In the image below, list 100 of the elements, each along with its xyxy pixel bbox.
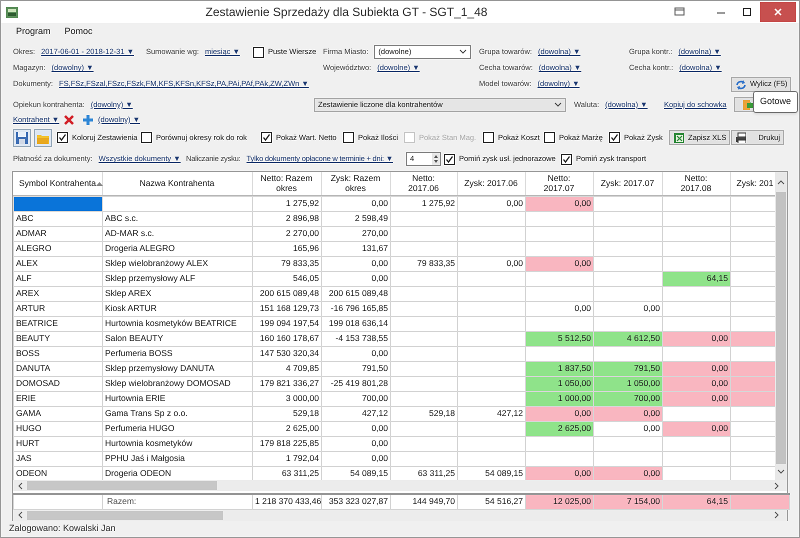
status-text: Zalogowano: Kowalski Jan: [9, 522, 116, 536]
table-cell: ABC: [14, 211, 102, 226]
column-header[interactable]: Netto: 2017.08: [662, 172, 730, 195]
table-cell: 0,00: [662, 421, 730, 436]
table-cell: 0,00: [662, 376, 730, 391]
table-cell: 147 530 320,34: [252, 346, 322, 361]
table-cell: 79 833,35: [390, 256, 458, 271]
checkbox[interactable]: [253, 46, 264, 58]
table-cell: 0,00: [322, 256, 390, 271]
scrollbar-thumb[interactable]: [27, 481, 217, 490]
table-cell: Hurtownia kosmetyków: [102, 436, 252, 451]
table-cell: 64,15: [662, 271, 730, 286]
table-cell: 1 050,00: [526, 376, 594, 391]
table-cell: Sklep przemysłowy DANUTA: [102, 361, 252, 376]
table-cell: Gama Trans Sp z o.o.: [102, 406, 252, 421]
table-cell: Sklep przemysłowy ALF: [102, 271, 252, 286]
checkbox[interactable]: [483, 132, 494, 143]
table-cell: 200 615 089,48: [252, 286, 322, 301]
table-cell: 199 094 197,54: [252, 316, 322, 331]
table-cell: -4 153 738,55: [322, 331, 390, 346]
column-header[interactable]: Netto: Razem okres: [252, 172, 321, 195]
table-cell: 0,00: [594, 406, 662, 421]
checkbox[interactable]: [444, 154, 455, 164]
table-cell: 54 516,27: [458, 494, 526, 509]
export-icon: [742, 99, 753, 110]
table-cell: 160 160 178,67: [252, 331, 322, 346]
table-cell: 3 000,00: [252, 391, 322, 406]
table-cell: 7 154,00: [594, 494, 662, 509]
check-icon: [610, 133, 619, 142]
table-cell: 0,00: [526, 301, 594, 316]
table-cell: 791,50: [594, 361, 662, 376]
column-header[interactable]: Symbol Kontrahenta: [13, 172, 102, 195]
table-cell: 0,00: [526, 196, 594, 211]
scroll-left-icon: [16, 482, 24, 490]
scroll-left-icon: [16, 511, 24, 519]
table-cell: 700,00: [322, 391, 390, 406]
menu-item[interactable]: Pomoc: [64, 25, 93, 39]
column-header[interactable]: Nazwa Kontrahenta: [102, 172, 252, 195]
scrollbar-thumb[interactable]: [776, 192, 786, 464]
scroll-up-icon: [777, 178, 786, 186]
table-cell: 1 218 370 433,46: [252, 494, 322, 509]
app-icon: [5, 5, 19, 19]
table-cell: -16 796 165,85: [322, 301, 390, 316]
table-cell: 529,18: [390, 406, 458, 421]
checkbox[interactable]: [561, 154, 572, 164]
table-cell: PPHU Jaś i Małgosia: [102, 451, 252, 466]
scrollbar-thumb[interactable]: [27, 510, 223, 520]
table-cell: 2 625,00: [252, 421, 322, 436]
table-cell: Sklep wielobranżowy ALEX: [102, 256, 252, 271]
column-header[interactable]: Zysk: Razem okres: [321, 172, 390, 195]
table-cell: 0,00: [322, 421, 390, 436]
table-cell: 700,00: [594, 391, 662, 406]
table-cell: HURT: [14, 436, 102, 451]
checkbox[interactable]: [261, 132, 272, 143]
vertical-scrollbar[interactable]: [775, 172, 787, 480]
column-header[interactable]: Zysk: 2017.07: [593, 172, 662, 195]
icon-button[interactable]: [80, 112, 94, 126]
table-cell: 199 018 636,14: [322, 316, 390, 331]
table-cell: 2 270,00: [252, 226, 322, 241]
checkbox[interactable]: [544, 132, 555, 143]
table-cell: Hurtownia kosmetyków BEATRICE: [102, 316, 252, 331]
table-cell: 2 625,00: [526, 421, 594, 436]
table-cell: DOMOSAD: [14, 376, 102, 391]
close-button[interactable]: [760, 2, 796, 22]
checkbox[interactable]: [609, 132, 620, 143]
table-cell: Sklep wielobranżowy DOMOSAD: [102, 376, 252, 391]
table-cell: BEATRICE: [14, 316, 102, 331]
table-cell: 427,12: [458, 406, 526, 421]
checkbox[interactable]: [343, 132, 354, 143]
table-cell: ADMAR: [14, 226, 102, 241]
horizontal-scrollbar[interactable]: [13, 510, 787, 520]
selected-cell[interactable]: [14, 196, 102, 211]
table-cell: Perfumeria BOSS: [102, 346, 252, 361]
save-icon: [15, 130, 29, 144]
column-header[interactable]: Netto: 2017.06: [390, 172, 457, 195]
table-cell: 0,00: [458, 256, 526, 271]
table-cell: 0,00: [594, 301, 662, 316]
table-cell: ALF: [14, 271, 102, 286]
table-cell: ARTUR: [14, 301, 102, 316]
table-cell: 0,00: [322, 436, 390, 451]
column-header[interactable]: Netto: 2017.07: [525, 172, 593, 195]
check-icon: [58, 133, 67, 142]
table-cell: 4 709,85: [252, 361, 322, 376]
chevron-down-icon: [554, 102, 562, 108]
icon-button[interactable]: [61, 112, 75, 126]
table-cell: Salon BEAUTY: [102, 331, 252, 346]
table-cell: Hurtownia ERIE: [102, 391, 252, 406]
scroll-down-icon: [777, 468, 786, 476]
table-cell: 12 025,00: [526, 494, 594, 509]
checkbox[interactable]: [141, 132, 152, 143]
horizontal-scrollbar[interactable]: [13, 480, 787, 491]
close-icon: [773, 7, 783, 17]
table-cell: ALEX: [14, 256, 102, 271]
icon-button[interactable]: [13, 128, 31, 146]
column-header[interactable]: Zysk: 2017.06: [457, 172, 525, 195]
window-title: Zestawienie Sprzedaży dla Subiekta GT - SGT_1_48: [204, 4, 488, 21]
table-cell: 151 168 129,73: [252, 301, 322, 316]
menu-item[interactable]: Program: [16, 25, 51, 39]
table-cell: 131,67: [322, 241, 390, 256]
checkbox[interactable]: [57, 132, 68, 143]
